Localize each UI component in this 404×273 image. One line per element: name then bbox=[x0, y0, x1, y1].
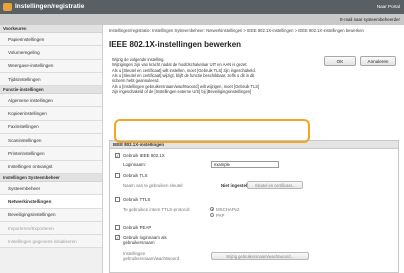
use-ttls-checkbox[interactable] bbox=[115, 197, 120, 202]
sidebar-item-network[interactable]: Netwerkinstellingen bbox=[0, 195, 102, 209]
login-name-input[interactable]: example bbox=[211, 161, 279, 168]
ok-button[interactable]: OK bbox=[324, 56, 356, 66]
use-login-as-username-checkbox[interactable]: ✓ bbox=[115, 235, 120, 240]
ttls-protocol-label: Te gebruiken intern TTLS-protocol: bbox=[123, 207, 191, 212]
breadcrumb: Instellingen/registratie: Instellingen S… bbox=[109, 28, 364, 33]
login-name-label: Loginnaam: bbox=[123, 162, 146, 167]
use-tls-label: Gebruik TLS bbox=[123, 173, 148, 178]
app-title: Instellingen/registratie bbox=[15, 3, 85, 10]
app-logo-icon bbox=[3, 3, 12, 11]
sidebar-section-preferences: Voorkeuren bbox=[0, 25, 102, 33]
highlight-callout bbox=[114, 119, 310, 143]
sidebar-item-display[interactable]: Weergave-instellingen bbox=[0, 59, 102, 73]
use-ieee-label: Gebruik IEEE 802.1X bbox=[123, 153, 165, 158]
key-name-value: Niet ingesteld bbox=[221, 183, 250, 188]
sidebar-item-security[interactable]: Beveiligingsinstellingen bbox=[0, 208, 102, 222]
change-username-password-button[interactable]: Wijzig gebruikersnaam/wachtwoord... bbox=[211, 252, 309, 260]
pap-label: PAP bbox=[216, 213, 225, 218]
sidebar-item-scan[interactable]: Scaninstellingen bbox=[0, 134, 102, 148]
sidebar-item-receive[interactable]: Instellingen ontvangst bbox=[0, 160, 102, 174]
sidebar-item-system[interactable]: Systeembeheer bbox=[0, 181, 102, 196]
use-login-as-username-label: Gebruik loginnaam als gebruikersnaam bbox=[123, 235, 167, 246]
key-name-label: Naam van te gebruiken sleutel: bbox=[123, 183, 184, 188]
key-certificate-button[interactable]: Sleutel en certificaat... bbox=[247, 181, 303, 189]
sub-bar: E-mail naar systeembeheerder bbox=[0, 14, 404, 25]
use-peap-label: Gebruik PEAP bbox=[123, 225, 152, 230]
sidebar-item-copy[interactable]: Kopieerinstellingen bbox=[0, 107, 102, 121]
sidebar-item-printer[interactable]: Printerinstellingen bbox=[0, 147, 102, 161]
pap-radio[interactable] bbox=[210, 213, 214, 217]
page-title: IEEE 802.1X-instellingen bewerken bbox=[109, 40, 242, 49]
sidebar-item-volume[interactable]: Volumeregeling bbox=[0, 46, 102, 60]
sidebar-item-import-export[interactable]: Importeren/Exporteren bbox=[0, 221, 102, 236]
use-ieee-checkbox[interactable]: ✓ bbox=[115, 153, 120, 158]
sidebar: Voorkeuren Papierinstellingen Volumerege… bbox=[0, 25, 103, 273]
email-admin-link[interactable]: E-mail naar systeembeheerder bbox=[340, 17, 400, 22]
mschapv2-label: MSCHAPv2 bbox=[216, 207, 240, 212]
portal-link[interactable]: Naar Portal bbox=[377, 4, 400, 9]
use-tls-checkbox[interactable] bbox=[115, 173, 120, 178]
sidebar-item-general[interactable]: Algemene instellingen bbox=[0, 94, 102, 108]
sidebar-section-functions: Functie-instellingen bbox=[0, 86, 102, 95]
top-bar: Instellingen/registratie Naar Portal bbox=[0, 0, 404, 14]
instruction-line: zijn ingeschakeld of de [Instellingen ex… bbox=[112, 89, 252, 95]
main-content: Instellingen/registratie: Instellingen S… bbox=[104, 25, 404, 273]
cancel-button[interactable]: Annuleren bbox=[360, 56, 396, 66]
ieee-settings-section: IEEE 802.1X-instellingen ✓ Gebruik IEEE … bbox=[109, 140, 399, 273]
sidebar-item-fax[interactable]: Faxinstellingen bbox=[0, 120, 102, 135]
use-peap-checkbox[interactable] bbox=[115, 225, 120, 230]
sidebar-item-paper[interactable]: Papierinstellingen bbox=[0, 33, 102, 47]
sidebar-section-admin: Instellingen Systeembeheer bbox=[0, 173, 102, 182]
sidebar-item-initialize[interactable]: Instellingen gegevens initialiseren bbox=[0, 235, 102, 249]
mschapv2-radio[interactable] bbox=[210, 207, 214, 211]
instructions: Wijzig de volgende instelling. Wijziging… bbox=[112, 57, 322, 94]
use-ttls-label: Gebruik TTLS bbox=[123, 197, 151, 202]
username-password-label: Instellingen gebruikersnaam/wachtwoord bbox=[123, 251, 180, 262]
sidebar-item-time[interactable]: Tijdsinstellingen bbox=[0, 72, 102, 87]
